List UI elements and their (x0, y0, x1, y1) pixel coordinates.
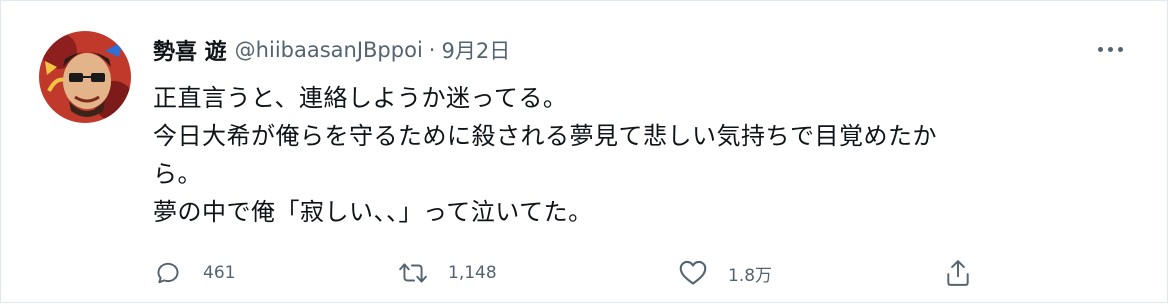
header-separator: · (428, 38, 436, 62)
like-count: 1.8万 (728, 265, 773, 286)
more-dots-icon (1107, 46, 1113, 52)
tweet-text-line: ら。 (153, 160, 202, 188)
tweet-actions: 461 1,148 1.8万 (153, 253, 983, 293)
more-dots-icon (1097, 46, 1103, 52)
reply-button[interactable]: 461 (153, 253, 235, 293)
heart-icon (678, 258, 708, 288)
reply-icon (153, 258, 183, 288)
tweet-text: 正直言うと、連絡しようか迷ってる。 今日大希が俺らを守るために殺される夢見て悲し… (153, 79, 1123, 231)
tweet-date[interactable]: 9月2日 (441, 35, 510, 65)
tweet-header: 勢喜 遊 @hiibaasanJBppoi · 9月2日 (153, 34, 510, 66)
retweet-count: 1,148 (448, 263, 497, 283)
tweet-card[interactable]: 勢喜 遊 @hiibaasanJBppoi · 9月2日 正直言うと、連絡しよう… (0, 0, 1168, 303)
share-icon (943, 258, 973, 288)
more-dots-icon (1117, 46, 1123, 52)
like-button[interactable]: 1.8万 (678, 253, 772, 293)
avatar[interactable] (39, 31, 131, 123)
tweet-text-line: 夢の中で俺「寂しい、、」って泣いてた。 (153, 198, 593, 226)
more-options-button[interactable] (1093, 37, 1127, 61)
tweet-text-line: 正直言うと、連絡しようか迷ってる。 (153, 84, 568, 112)
retweet-button[interactable]: 1,148 (398, 253, 497, 293)
user-handle[interactable]: @hiibaasanJBppoi (235, 38, 423, 62)
retweet-icon (398, 258, 428, 288)
display-name[interactable]: 勢喜 遊 (153, 34, 227, 66)
reply-count: 461 (203, 263, 236, 283)
tweet-text-line: 今日大希が俺らを守るために殺される夢見て悲しい気持ちで目覚めたか (153, 122, 937, 150)
avatar-image (39, 31, 131, 123)
share-button[interactable] (943, 253, 973, 293)
